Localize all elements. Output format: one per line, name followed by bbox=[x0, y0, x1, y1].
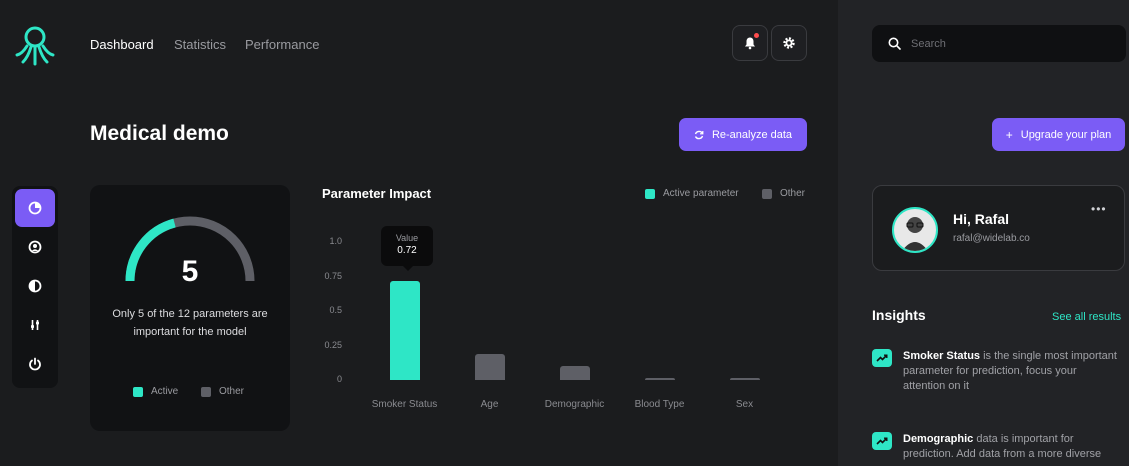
chart-bar[interactable] bbox=[389, 280, 420, 380]
insight-highlight: Demographic bbox=[903, 433, 974, 445]
chart-legend-active: Active parameter bbox=[645, 188, 739, 199]
trend-up-icon bbox=[872, 432, 892, 450]
chart-bar[interactable] bbox=[474, 353, 505, 380]
profile-email: rafal@widelab.co bbox=[953, 233, 1030, 244]
gauge-legend-active: Active bbox=[133, 386, 178, 397]
octopus-logo-icon[interactable] bbox=[14, 24, 56, 68]
gauge-card: 5 Only 5 of the 12 parameters are import… bbox=[90, 185, 290, 431]
nav-performance[interactable]: Performance bbox=[245, 37, 319, 52]
x-tick-label: Age bbox=[480, 399, 499, 410]
y-tick-label: 0.25 bbox=[324, 339, 342, 350]
x-tick-label: Sex bbox=[735, 399, 754, 410]
sidebar-item-overview[interactable] bbox=[15, 189, 55, 227]
trend-up-icon bbox=[872, 349, 892, 367]
search-input[interactable] bbox=[911, 37, 1111, 50]
tooltip-value: 0.72 bbox=[397, 245, 417, 256]
search-bar[interactable] bbox=[872, 25, 1126, 62]
page-title: Medical demo bbox=[90, 122, 229, 145]
sidebar bbox=[12, 186, 58, 388]
chart-tooltip: Value 0.72 bbox=[381, 226, 433, 271]
gauge-value: 5 bbox=[181, 255, 199, 288]
see-all-results-link[interactable]: See all results bbox=[1052, 311, 1121, 323]
legend-label-other: Other bbox=[219, 386, 245, 397]
chart-bar[interactable] bbox=[644, 378, 675, 380]
nav-statistics[interactable]: Statistics bbox=[174, 37, 226, 52]
chart-legend-other: Other bbox=[762, 188, 805, 199]
notifications-button[interactable] bbox=[732, 25, 768, 61]
legend-swatch-other bbox=[201, 386, 211, 397]
insights-title: Insights bbox=[872, 307, 926, 323]
plus-icon: + bbox=[1005, 127, 1013, 142]
power-icon bbox=[29, 357, 41, 371]
avatar[interactable] bbox=[892, 207, 938, 253]
refresh-icon bbox=[694, 130, 704, 139]
y-tick-label: 0.5 bbox=[329, 305, 342, 315]
settings-button[interactable] bbox=[771, 25, 807, 61]
insight-highlight: Smoker Status bbox=[903, 350, 981, 362]
x-tick-label: Demographic bbox=[544, 399, 605, 410]
x-tick-label: Blood Type bbox=[634, 399, 685, 410]
upgrade-plan-button[interactable]: + Upgrade your plan bbox=[992, 118, 1125, 151]
legend-label-active-parameter: Active parameter bbox=[663, 188, 739, 199]
nav-dashboard[interactable]: Dashboard bbox=[90, 37, 154, 52]
legend-label-other-parameter: Other bbox=[780, 188, 806, 199]
legend-swatch-other-parameter bbox=[762, 188, 772, 199]
search-icon bbox=[888, 37, 901, 50]
chart-title: Parameter Impact bbox=[322, 186, 432, 201]
profile-card: Hi, Rafal rafal@widelab.co ••• bbox=[872, 185, 1125, 271]
insight-item: Smoker Status is the single most importa… bbox=[872, 349, 1122, 399]
bell-icon bbox=[745, 37, 755, 50]
insight-item: Demographic data is important for predic… bbox=[872, 432, 1122, 466]
x-tick-label: Smoker Status bbox=[371, 399, 438, 410]
sidebar-item-analytics[interactable] bbox=[15, 267, 55, 305]
sidebar-item-filters[interactable] bbox=[15, 306, 55, 344]
gear-icon bbox=[783, 37, 795, 49]
chart-bar[interactable] bbox=[729, 378, 760, 380]
sidebar-item-logout[interactable] bbox=[15, 345, 55, 383]
sidebar-item-users[interactable] bbox=[15, 228, 55, 266]
pie-chart-icon bbox=[28, 201, 42, 215]
y-tick-label: 0 bbox=[336, 374, 342, 384]
y-tick-label: 1.0 bbox=[329, 236, 342, 246]
notification-dot bbox=[754, 33, 759, 38]
upgrade-label: Upgrade your plan bbox=[1020, 128, 1112, 141]
chart-bar[interactable] bbox=[559, 366, 590, 380]
y-tick-label: 0.75 bbox=[324, 270, 342, 281]
legend-swatch-active-parameter bbox=[645, 188, 655, 199]
insight-text: Smoker Status is the single most importa… bbox=[903, 349, 1118, 394]
legend-swatch-active bbox=[133, 386, 143, 397]
insight-text: Demographic data is important for predic… bbox=[903, 432, 1118, 462]
reanalyze-button[interactable]: Re-analyze data bbox=[679, 118, 807, 151]
legend-label-active: Active bbox=[151, 386, 179, 397]
sliders-icon bbox=[31, 320, 39, 330]
more-options-icon[interactable]: ••• bbox=[1091, 202, 1107, 216]
reanalyze-label: Re-analyze data bbox=[711, 128, 793, 141]
gauge-description: Only 5 of the 12 parameters are importan… bbox=[112, 308, 268, 338]
profile-greeting: Hi, Rafal bbox=[953, 211, 1010, 227]
contrast-icon bbox=[28, 279, 42, 293]
gauge-legend-other: Other bbox=[201, 386, 244, 397]
tooltip-label: Value bbox=[395, 233, 419, 243]
user-circle-icon bbox=[28, 240, 42, 254]
